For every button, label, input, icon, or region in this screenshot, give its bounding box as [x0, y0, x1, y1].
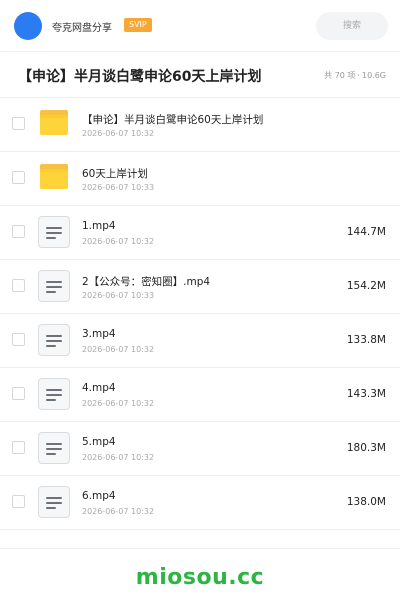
page-footer: miosou.cc	[0, 548, 400, 600]
list-item[interactable]: 3.mp4 2026-06-07 10:32 133.8M	[0, 314, 400, 368]
site-watermark: miosou.cc	[135, 565, 265, 590]
list-item[interactable]: 4.mp4 2026-06-07 10:32 143.3M	[0, 368, 400, 422]
svip-badge: SVIP	[124, 18, 152, 32]
item-name: 2【公众号：密知圈】.mp4	[82, 276, 211, 288]
share-title-bar: 【申论】半月谈白鹭申论60天上岸计划 共 70 项 · 10.6G	[0, 52, 400, 98]
row-checkbox[interactable]	[12, 171, 25, 184]
share-meta: 共 70 项 · 10.6G	[324, 70, 386, 81]
item-date: 2026-06-07 10:32	[82, 507, 155, 516]
row-checkbox[interactable]	[12, 117, 25, 130]
video-file-icon	[38, 432, 70, 464]
avatar[interactable]	[14, 12, 42, 40]
app-header: 夸克网盘分享 SVIP 搜索	[0, 0, 400, 52]
item-size: 143.3M	[346, 388, 386, 400]
item-date: 2026-06-07 10:33	[82, 183, 155, 192]
item-name: 5.mp4	[82, 436, 116, 448]
item-size: 138.0M	[346, 496, 386, 508]
item-date: 2026-06-07 10:32	[82, 129, 155, 138]
total-size: 10.6G	[361, 71, 386, 80]
video-file-icon	[38, 378, 70, 410]
item-size: 180.3M	[346, 442, 386, 454]
list-item[interactable]: 60天上岸计划 2026-06-07 10:33	[0, 152, 400, 206]
row-checkbox[interactable]	[12, 441, 25, 454]
folder-icon	[38, 108, 70, 140]
row-checkbox[interactable]	[12, 387, 25, 400]
item-count: 共 70 项	[324, 71, 356, 80]
search-button[interactable]: 搜索	[316, 12, 388, 40]
video-file-icon	[38, 324, 70, 356]
video-file-icon	[38, 270, 70, 302]
item-size: 144.7M	[346, 226, 386, 238]
item-name: 6.mp4	[82, 490, 116, 502]
list-item[interactable]: 【申论】半月谈白鹭申论60天上岸计划 2026-06-07 10:32	[0, 98, 400, 152]
item-date: 2026-06-07 10:32	[82, 453, 155, 462]
list-item[interactable]: 6.mp4 2026-06-07 10:32 138.0M	[0, 476, 400, 530]
item-size: 154.2M	[346, 280, 386, 292]
row-checkbox[interactable]	[12, 333, 25, 346]
row-checkbox[interactable]	[12, 279, 25, 292]
file-list: 【申论】半月谈白鹭申论60天上岸计划 2026-06-07 10:32 60天上…	[0, 98, 400, 530]
list-item[interactable]: 1.mp4 2026-06-07 10:32 144.7M	[0, 206, 400, 260]
item-name: 1.mp4	[82, 220, 116, 232]
list-item[interactable]: 2【公众号：密知圈】.mp4 2026-06-07 10:33 154.2M	[0, 260, 400, 314]
item-size: 133.8M	[346, 334, 386, 346]
item-date: 2026-06-07 10:32	[82, 399, 155, 408]
item-date: 2026-06-07 10:32	[82, 237, 155, 246]
row-checkbox[interactable]	[12, 225, 25, 238]
item-name: 【申论】半月谈白鹭申论60天上岸计划	[82, 114, 264, 126]
video-file-icon	[38, 486, 70, 518]
row-checkbox[interactable]	[12, 495, 25, 508]
item-name: 4.mp4	[82, 382, 116, 394]
item-name: 60天上岸计划	[82, 168, 148, 180]
video-file-icon	[38, 216, 70, 248]
folder-icon	[38, 162, 70, 194]
page-title: 【申论】半月谈白鹭申论60天上岸计划	[18, 69, 262, 85]
item-date: 2026-06-07 10:33	[82, 291, 155, 300]
list-item[interactable]: 5.mp4 2026-06-07 10:32 180.3M	[0, 422, 400, 476]
brand-name: 夸克网盘分享	[52, 23, 112, 34]
item-name: 3.mp4	[82, 328, 116, 340]
item-date: 2026-06-07 10:32	[82, 345, 155, 354]
